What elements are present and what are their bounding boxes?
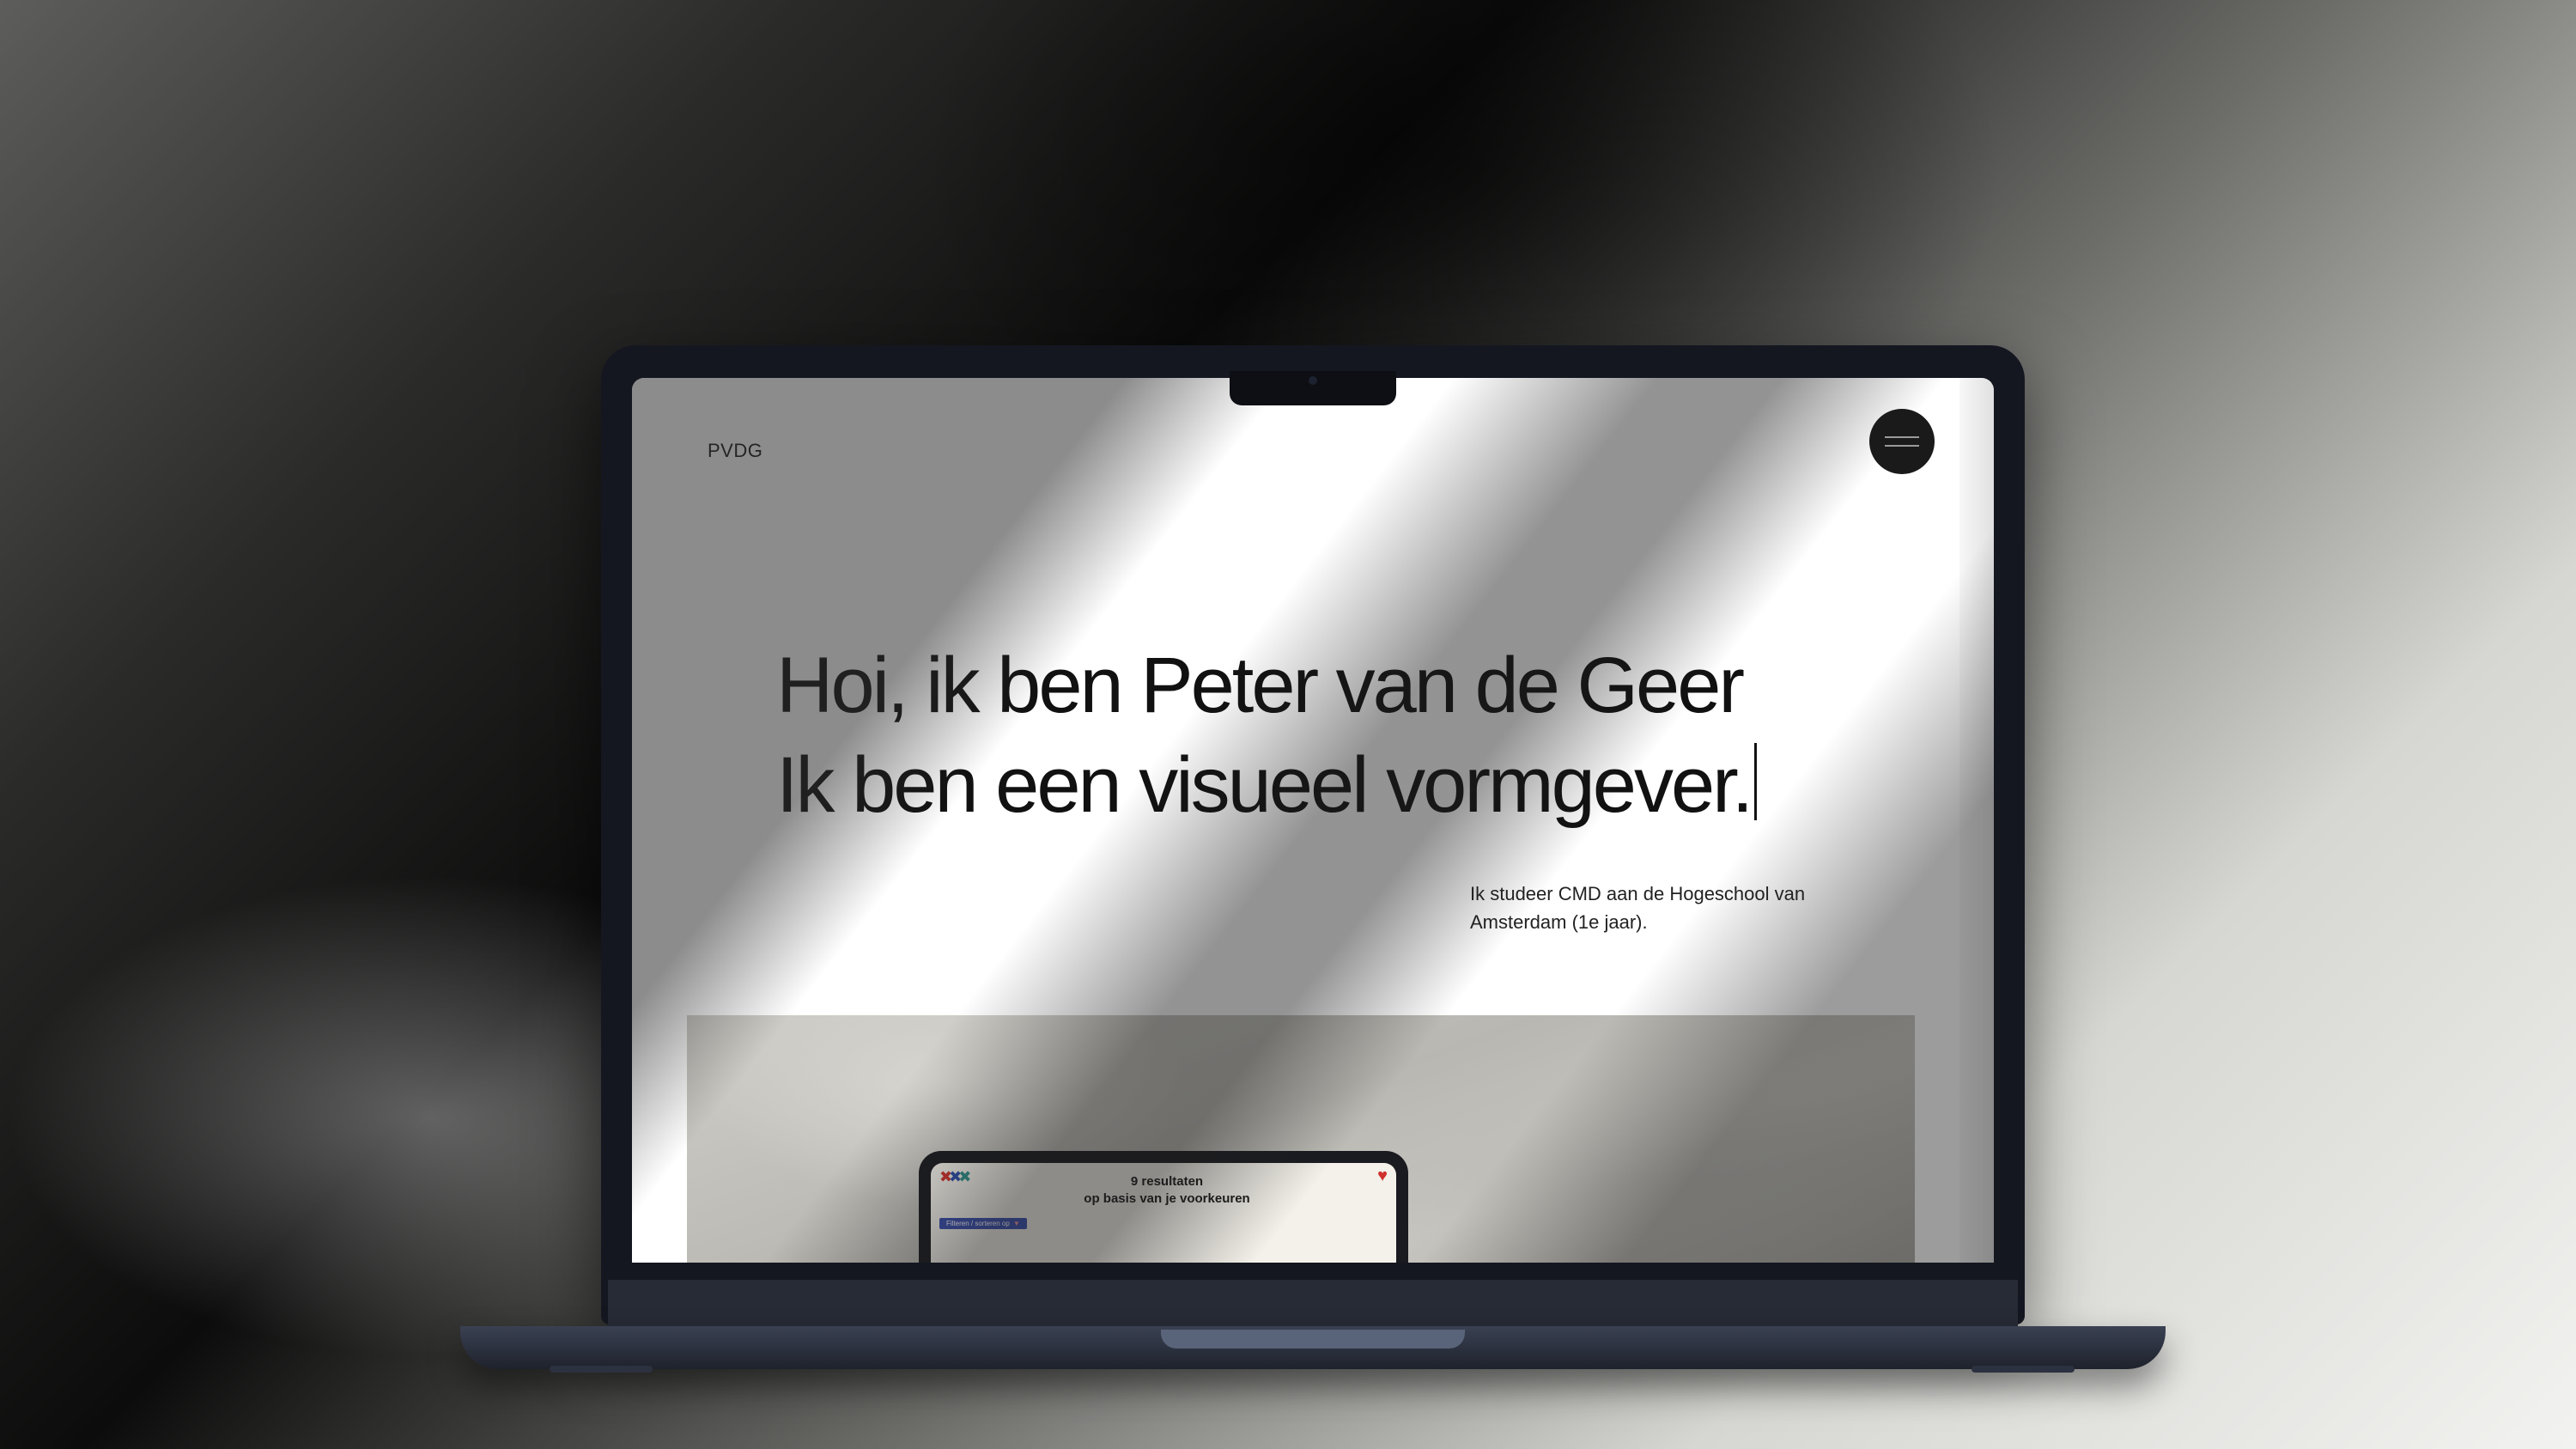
laptop-hinge	[608, 1280, 2018, 1326]
tablet-screen: ✖✖✖ ♥ 9 resultaten op basis van je voork…	[931, 1163, 1396, 1263]
hero-line-1: Hoi, ik ben Peter van de Geer	[776, 642, 1745, 729]
project-card[interactable]: ✖✖✖ ♥ 9 resultaten op basis van je voork…	[687, 1015, 1915, 1263]
menu-button[interactable]	[1869, 409, 1935, 474]
chevron-down-icon: ▼	[1012, 1220, 1020, 1227]
hero-line-2: Ik ben een visueel vormgever.	[776, 735, 1758, 835]
hero-line-2-text: Ik ben een visueel vormgever.	[776, 741, 1753, 829]
laptop-foot-left	[550, 1366, 653, 1373]
tablet-mockup: ✖✖✖ ♥ 9 resultaten op basis van je voork…	[919, 1151, 1408, 1263]
x-logo-icon: ✖✖✖	[939, 1168, 971, 1185]
hamburger-menu-icon	[1885, 445, 1919, 447]
laptop-foot-right	[1971, 1366, 2075, 1373]
result-caption: op basis van je voorkeuren	[1084, 1191, 1250, 1206]
laptop-screen: PVDG Hoi, ik ben Peter van de Geer Ik be…	[632, 378, 1994, 1263]
hero-title: Hoi, ik ben Peter van de Geer Ik ben een…	[776, 636, 1758, 835]
text-cursor	[1754, 743, 1758, 820]
camera-icon	[1309, 376, 1317, 385]
filter-button: Filteren / sorteren op ▼	[939, 1218, 1027, 1229]
heart-icon: ♥	[1377, 1166, 1388, 1185]
result-count: 9 resultaten	[1130, 1174, 1204, 1189]
site-logo[interactable]: PVDG	[708, 440, 762, 462]
laptop-opening-notch	[1161, 1330, 1465, 1349]
filter-label: Filteren / sorteren op	[946, 1220, 1010, 1227]
scrollbar[interactable]	[1959, 378, 1994, 1263]
results-heading: 9 resultaten op basis van je voorkeuren	[1017, 1173, 1317, 1208]
hamburger-menu-icon	[1885, 436, 1919, 438]
hero-subtitle: Ik studeer CMD aan de Hogeschool van Ams…	[1470, 883, 1806, 933]
